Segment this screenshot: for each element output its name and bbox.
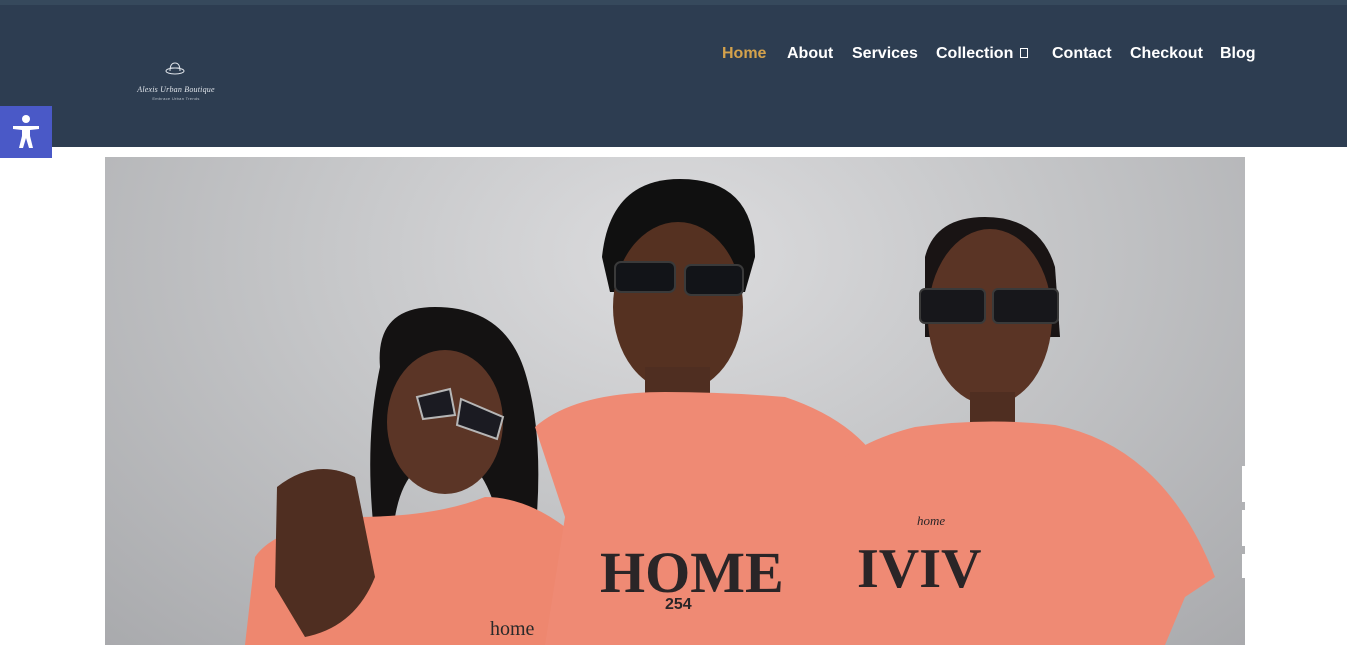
edge-marks [1242, 466, 1246, 578]
nav-contact[interactable]: Contact [1052, 43, 1112, 65]
nav-home[interactable]: Home [722, 43, 766, 65]
shirt-print-home-center: HOME [600, 540, 784, 605]
shirt-print-iviv: IVIV [857, 538, 981, 600]
nav-services[interactable]: Services [852, 43, 918, 65]
shirt-print-254: 254 [665, 596, 692, 613]
hero-illustration: home HOME 254 home IVIV [245, 179, 1215, 645]
accessibility-icon [13, 115, 39, 148]
nav-checkout[interactable]: Checkout [1130, 43, 1203, 65]
nav-blog[interactable]: Blog [1220, 43, 1256, 65]
brand-name: Alexis Urban Boutique [137, 85, 215, 94]
site-logo[interactable]: Alexis Urban Boutique Embrace Urban Tren… [128, 60, 224, 106]
nav-about[interactable]: About [787, 43, 833, 65]
hero-image: home HOME 254 home IVIV [105, 157, 1245, 645]
nav-collection[interactable]: Collection [936, 43, 1013, 65]
brand-tagline: Embrace Urban Trends [152, 96, 200, 101]
shirt-print-home-left: home [490, 618, 535, 640]
site-header: Alexis Urban Boutique Embrace Urban Tren… [0, 0, 1347, 147]
shirt-print-home-right: home [917, 513, 945, 528]
accessibility-button[interactable] [0, 106, 52, 158]
chevron-down-icon[interactable] [1020, 48, 1028, 58]
hat-icon [165, 62, 185, 75]
